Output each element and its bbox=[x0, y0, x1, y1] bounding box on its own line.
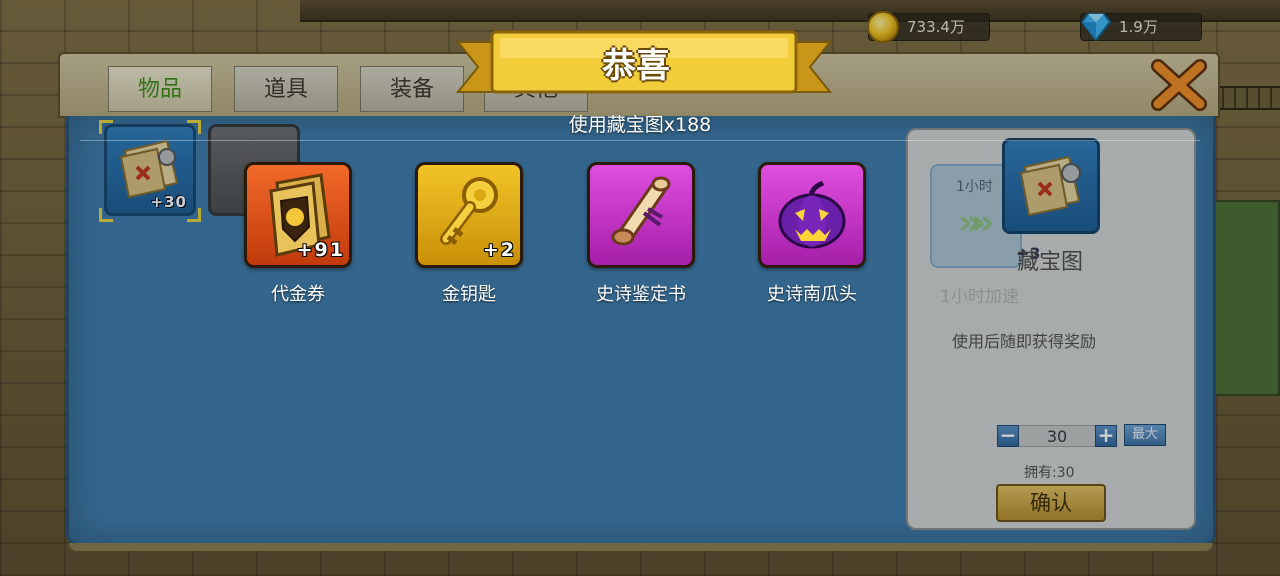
popup-title: 恭喜 bbox=[602, 46, 670, 86]
reward-label: 史诗鉴定书 bbox=[596, 284, 686, 305]
reward-label: 代金券 bbox=[271, 284, 325, 305]
reward-count: +2 bbox=[482, 239, 516, 261]
reward-label: 史诗南瓜头 bbox=[767, 284, 857, 305]
reward-item-golden-key[interactable]: +2 bbox=[415, 162, 523, 268]
popup-subtitle: 使用藏宝图x188 bbox=[568, 114, 712, 136]
reward-count: +91 bbox=[296, 239, 345, 261]
reward-label: 金钥匙 bbox=[442, 284, 496, 305]
popup-divider bbox=[80, 140, 1200, 141]
reward-item-voucher[interactable]: +91 bbox=[244, 162, 352, 268]
scroll-icon bbox=[611, 176, 671, 246]
reward-item-epic-pumpkin-head[interactable] bbox=[758, 162, 866, 268]
reward-item-epic-appraisal-book[interactable] bbox=[587, 162, 695, 268]
pumpkin-icon bbox=[778, 180, 846, 249]
